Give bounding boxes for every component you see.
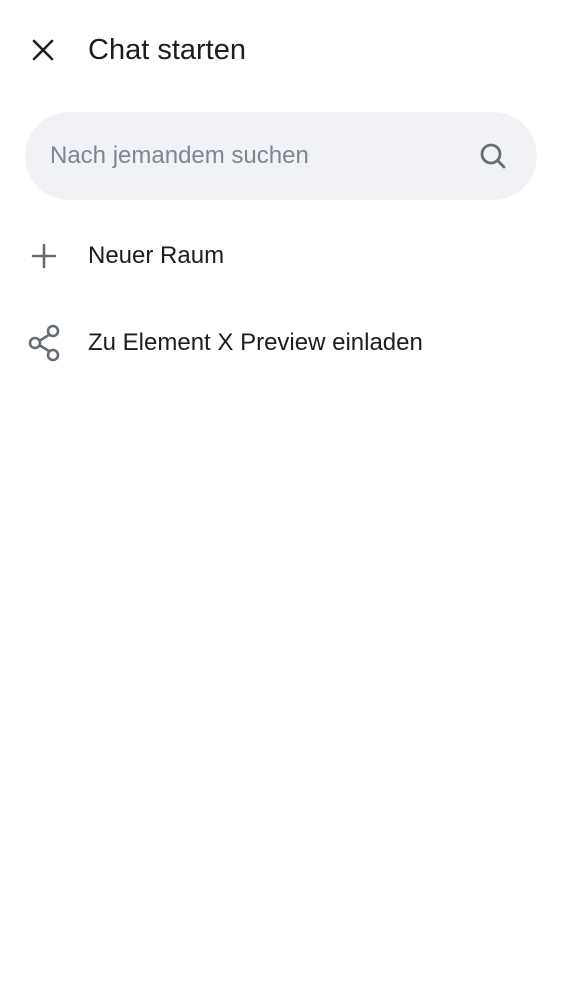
- search-icon: [480, 143, 506, 169]
- search-bar[interactable]: [25, 112, 537, 200]
- search-input[interactable]: [50, 112, 450, 200]
- invite-button[interactable]: Zu Element X Preview einladen: [0, 303, 562, 383]
- search-button[interactable]: [475, 138, 511, 174]
- page-title: Chat starten: [88, 34, 246, 66]
- close-icon: [32, 39, 54, 61]
- top-app-bar: Chat starten: [0, 0, 562, 100]
- new-room-button[interactable]: Neuer Raum: [0, 216, 562, 296]
- plus-icon: [22, 234, 66, 278]
- new-room-label: Neuer Raum: [88, 242, 225, 269]
- invite-label: Zu Element X Preview einladen: [88, 329, 423, 356]
- close-button[interactable]: [18, 25, 68, 75]
- share-icon: [22, 321, 66, 365]
